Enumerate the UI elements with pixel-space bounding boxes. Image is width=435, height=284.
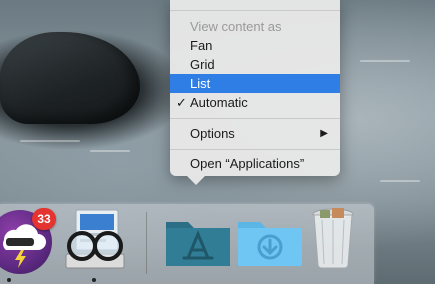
menu-item-list[interactable]: List [170, 74, 340, 93]
menu-item-label: List [190, 76, 211, 91]
running-indicator [7, 278, 11, 282]
dock-divider [146, 212, 147, 274]
dock-folder-context-menu: View content as Fan Grid List ✓ Automati… [170, 0, 340, 176]
menu-item-automatic[interactable]: ✓ Automatic [170, 93, 340, 112]
menu-item-label: Automatic [190, 95, 248, 110]
menu-item-options[interactable]: Options ▶ [170, 124, 340, 143]
menu-item-grid[interactable]: Grid [170, 55, 340, 74]
preview-app-icon[interactable] [62, 208, 128, 272]
menu-pointer [187, 176, 205, 185]
downloads-folder-icon[interactable] [236, 214, 304, 268]
applications-folder-icon[interactable] [164, 214, 232, 268]
menu-item-open-applications[interactable]: Open “Applications” [170, 154, 340, 173]
menu-separator [170, 10, 340, 11]
checkmark-icon: ✓ [176, 95, 187, 110]
notification-badge: 33 [32, 208, 56, 230]
water-ripple [90, 150, 130, 152]
menu-item-label: Fan [190, 38, 213, 53]
running-indicator [92, 278, 96, 282]
water-ripple [20, 140, 80, 142]
submenu-arrow-icon: ▶ [320, 128, 328, 139]
menu-item-label: Open “Applications” [190, 156, 305, 171]
menu-header-view-content-as: View content as [190, 19, 282, 34]
menu-separator [170, 118, 340, 119]
water-ripple [380, 180, 420, 182]
menu-item-fan[interactable]: Fan [170, 36, 340, 55]
menu-separator [170, 149, 340, 150]
menu-item-label: Grid [190, 57, 215, 72]
water-ripple [360, 60, 410, 62]
menu-item-label: Options [190, 126, 235, 141]
trash-icon[interactable] [310, 206, 356, 270]
